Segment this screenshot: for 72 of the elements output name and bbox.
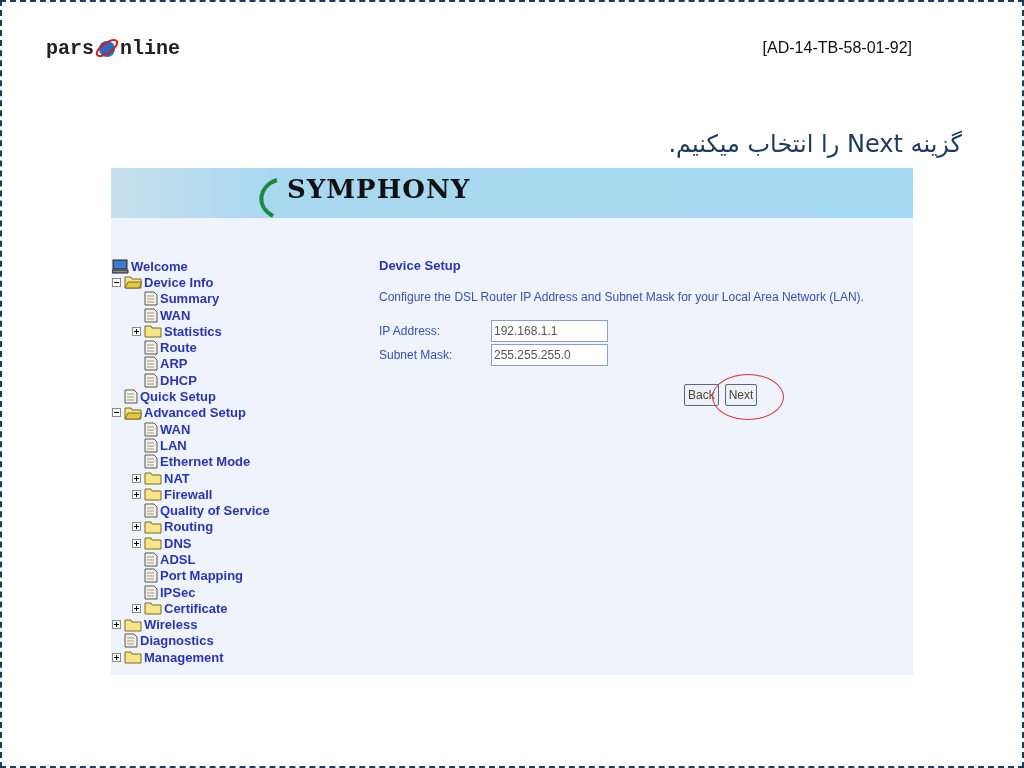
open-folder-icon bbox=[124, 275, 142, 290]
field-label: IP Address: bbox=[379, 324, 442, 338]
page-icon bbox=[124, 389, 138, 404]
tree-item[interactable]: Ethernet Mode bbox=[160, 454, 251, 470]
tree-item[interactable]: Routing bbox=[164, 519, 214, 535]
expand-icon[interactable] bbox=[112, 620, 121, 630]
tree-item[interactable]: WAN bbox=[160, 307, 191, 323]
page-icon bbox=[144, 503, 158, 519]
page-icon bbox=[144, 568, 158, 584]
tree-item[interactable]: ADSL bbox=[160, 552, 196, 567]
tree-item[interactable]: Management bbox=[144, 649, 224, 665]
tree-item[interactable]: Diagnostics bbox=[140, 633, 214, 649]
page-icon bbox=[144, 421, 158, 437]
page-icon bbox=[144, 552, 158, 567]
next-button[interactable]: Next bbox=[724, 384, 758, 406]
expand-icon[interactable] bbox=[132, 603, 141, 613]
folder-icon bbox=[124, 650, 142, 665]
banner-logo-text: SYMPHONY bbox=[287, 174, 471, 204]
page-icon bbox=[144, 340, 158, 356]
page-icon bbox=[144, 307, 158, 323]
slide-title: گزینه Next را انتخاب میکنیم. bbox=[668, 130, 962, 158]
description-text: Configure the DSL Router IP Address and Subnet Mask for your Local Area Network (LAN). bbox=[379, 290, 864, 304]
page-icon bbox=[144, 584, 158, 600]
expand-icon[interactable] bbox=[132, 473, 141, 483]
slide-code: [AD-14-TB-58-01-92] bbox=[762, 39, 912, 57]
folder-icon bbox=[124, 617, 142, 632]
folder-icon bbox=[144, 487, 162, 502]
tree-item[interactable]: Advanced Setup bbox=[144, 405, 246, 421]
section-heading: Device Setup bbox=[379, 258, 462, 273]
logo-text: nline bbox=[120, 36, 181, 60]
expand-icon[interactable] bbox=[112, 652, 121, 662]
tree-item[interactable]: Firewall bbox=[164, 486, 213, 502]
tree-item[interactable]: Wireless bbox=[144, 617, 198, 633]
expand-icon[interactable] bbox=[132, 538, 141, 548]
tree-item[interactable]: Certificate bbox=[164, 600, 228, 616]
tree-item[interactable]: Quick Setup bbox=[140, 389, 216, 404]
input-field[interactable]: 255.255.255.0 bbox=[491, 344, 608, 366]
page-icon bbox=[144, 356, 158, 372]
tree-item[interactable]: NAT bbox=[164, 470, 190, 486]
expand-icon[interactable] bbox=[132, 326, 141, 336]
folder-icon bbox=[144, 536, 162, 551]
tree-item[interactable]: DHCP bbox=[160, 372, 197, 388]
page-icon bbox=[144, 437, 158, 453]
expand-icon[interactable] bbox=[132, 522, 141, 532]
tree-item[interactable]: Welcome bbox=[131, 258, 188, 274]
collapse-icon[interactable] bbox=[112, 408, 121, 418]
tree-item[interactable]: Summary bbox=[160, 291, 220, 307]
tree-item[interactable]: Port Mapping bbox=[160, 568, 244, 584]
tree-item[interactable]: IPSec bbox=[160, 584, 196, 600]
page-icon bbox=[144, 372, 158, 388]
field-label: Subnet Mask: bbox=[379, 348, 454, 362]
logo-text: pars bbox=[46, 36, 94, 60]
tree-item[interactable]: Device Info bbox=[144, 274, 214, 290]
tree-item[interactable]: WAN bbox=[160, 421, 191, 437]
tree-item[interactable]: Statistics bbox=[164, 323, 222, 339]
page-icon bbox=[144, 291, 158, 307]
folder-icon bbox=[144, 519, 162, 534]
folder-icon bbox=[144, 471, 162, 485]
tree-item[interactable]: Route bbox=[160, 340, 197, 356]
tree-item[interactable]: ARP bbox=[160, 356, 188, 372]
tree-item[interactable]: DNS bbox=[164, 535, 192, 551]
page-icon bbox=[144, 454, 158, 470]
folder-icon bbox=[144, 324, 162, 339]
input-field[interactable]: 192.168.1.1 bbox=[491, 320, 608, 342]
tree-item[interactable]: Quality of Service bbox=[160, 503, 270, 519]
expand-icon[interactable] bbox=[132, 489, 141, 499]
computer-icon bbox=[112, 258, 129, 274]
folder-icon bbox=[144, 601, 162, 616]
open-folder-icon bbox=[124, 405, 142, 420]
tree-item[interactable]: LAN bbox=[160, 437, 187, 453]
page-icon bbox=[124, 633, 138, 649]
collapse-icon[interactable] bbox=[112, 277, 121, 287]
